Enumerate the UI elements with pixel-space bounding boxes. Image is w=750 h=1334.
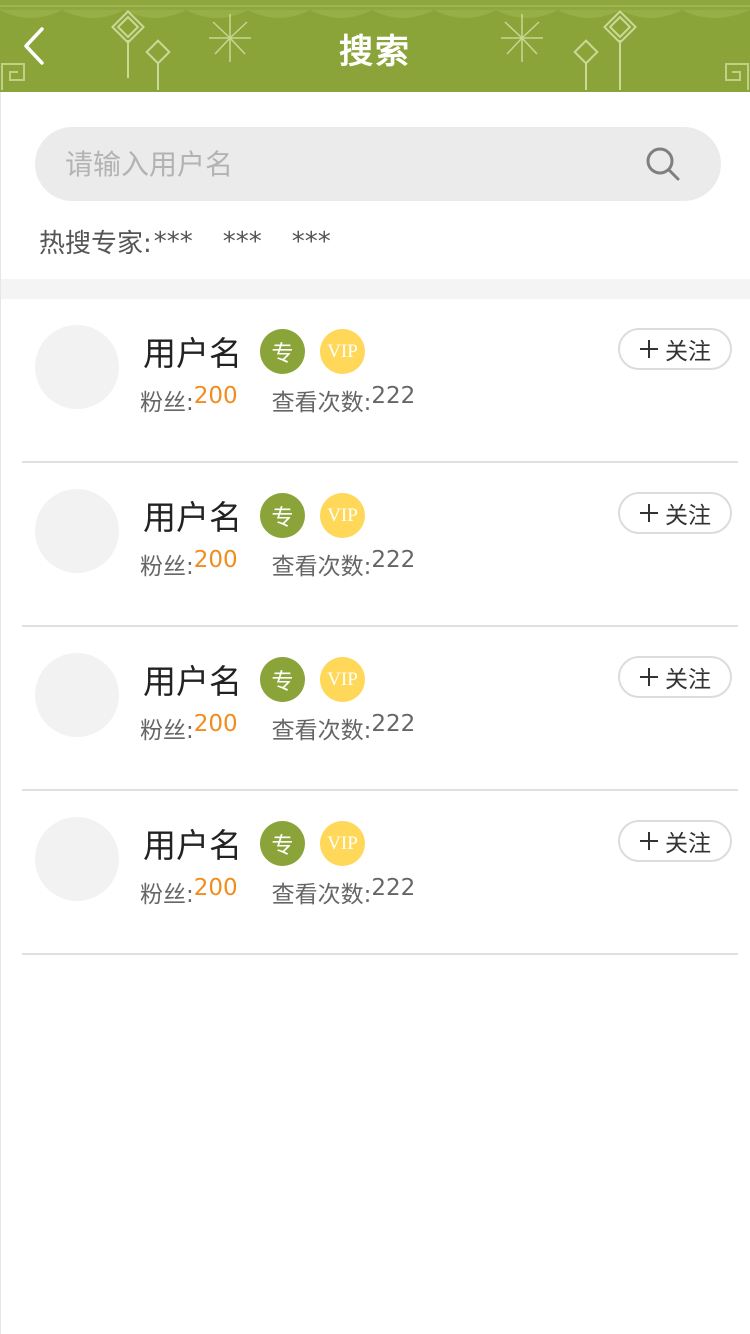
user-stats: 粉丝: 200 查看次数: 222 — [140, 875, 415, 909]
views-label: 查看次数: — [271, 718, 372, 744]
user-list-item[interactable]: 用户名 专 VIP 粉丝: 200 查看次数: 222 关注 — [22, 627, 738, 791]
search-section: 热搜专家: *** *** *** — [0, 92, 750, 279]
plus-icon — [640, 832, 658, 850]
follow-label: 关注 — [665, 667, 711, 693]
expert-badge: 专 — [260, 329, 305, 374]
follow-button[interactable]: 关注 — [618, 492, 732, 534]
plus-icon — [640, 504, 658, 522]
views-label: 查看次数: — [271, 882, 372, 908]
follow-label: 关注 — [665, 831, 711, 857]
user-stats: 粉丝: 200 查看次数: 222 — [140, 711, 415, 745]
search-icon[interactable] — [645, 146, 681, 182]
user-stats: 粉丝: 200 查看次数: 222 — [140, 547, 415, 581]
user-name: 用户名 — [143, 826, 242, 865]
avatar[interactable] — [35, 653, 119, 737]
user-list-item[interactable]: 用户名 专 VIP 粉丝: 200 查看次数: 222 关注 — [22, 299, 738, 463]
follow-button[interactable]: 关注 — [618, 820, 732, 862]
expert-badge: 专 — [260, 657, 305, 702]
hot-experts-label: 热搜专家: — [39, 229, 152, 259]
hot-experts-row: 热搜专家: *** *** *** — [39, 223, 720, 260]
hot-expert-item[interactable]: *** — [223, 227, 262, 257]
user-list-item[interactable]: 用户名 专 VIP 粉丝: 200 查看次数: 222 关注 — [22, 791, 738, 955]
search-input[interactable] — [35, 127, 615, 201]
follow-label: 关注 — [665, 503, 711, 529]
user-name: 用户名 — [143, 498, 242, 537]
page-title: 搜索 — [339, 32, 411, 72]
user-list: 用户名 专 VIP 粉丝: 200 查看次数: 222 关注 用户名 专 VIP… — [0, 299, 750, 955]
views-label: 查看次数: — [271, 390, 372, 416]
fans-count: 200 — [193, 383, 238, 409]
fans-count: 200 — [193, 711, 238, 737]
views-label: 查看次数: — [271, 554, 372, 580]
fans-count: 200 — [193, 875, 238, 901]
fans-label: 粉丝: — [140, 390, 194, 416]
plus-icon — [640, 668, 658, 686]
hot-expert-item[interactable]: *** — [292, 227, 331, 257]
follow-button[interactable]: 关注 — [618, 656, 732, 698]
expert-badge: 专 — [260, 821, 305, 866]
follow-button[interactable]: 关注 — [618, 328, 732, 370]
fans-label: 粉丝: — [140, 718, 194, 744]
views-count: 222 — [371, 711, 416, 737]
fans-count: 200 — [193, 547, 238, 573]
expert-badge: 专 — [260, 493, 305, 538]
avatar[interactable] — [35, 489, 119, 573]
avatar[interactable] — [35, 817, 119, 901]
views-count: 222 — [371, 875, 416, 901]
vip-badge: VIP — [320, 821, 365, 866]
user-list-item[interactable]: 用户名 专 VIP 粉丝: 200 查看次数: 222 关注 — [22, 463, 738, 627]
user-name: 用户名 — [143, 334, 242, 373]
header-bar: 搜索 — [0, 0, 750, 92]
search-bar — [35, 127, 721, 201]
section-divider — [0, 279, 750, 299]
vip-badge: VIP — [320, 657, 365, 702]
plus-icon — [640, 340, 658, 358]
follow-label: 关注 — [665, 339, 711, 365]
hot-expert-item[interactable]: *** — [154, 227, 193, 257]
left-edge-line — [0, 92, 1, 1334]
fans-label: 粉丝: — [140, 554, 194, 580]
views-count: 222 — [371, 383, 416, 409]
fans-label: 粉丝: — [140, 882, 194, 908]
user-stats: 粉丝: 200 查看次数: 222 — [140, 383, 415, 417]
views-count: 222 — [371, 547, 416, 573]
vip-badge: VIP — [320, 329, 365, 374]
vip-badge: VIP — [320, 493, 365, 538]
user-name: 用户名 — [143, 662, 242, 701]
avatar[interactable] — [35, 325, 119, 409]
